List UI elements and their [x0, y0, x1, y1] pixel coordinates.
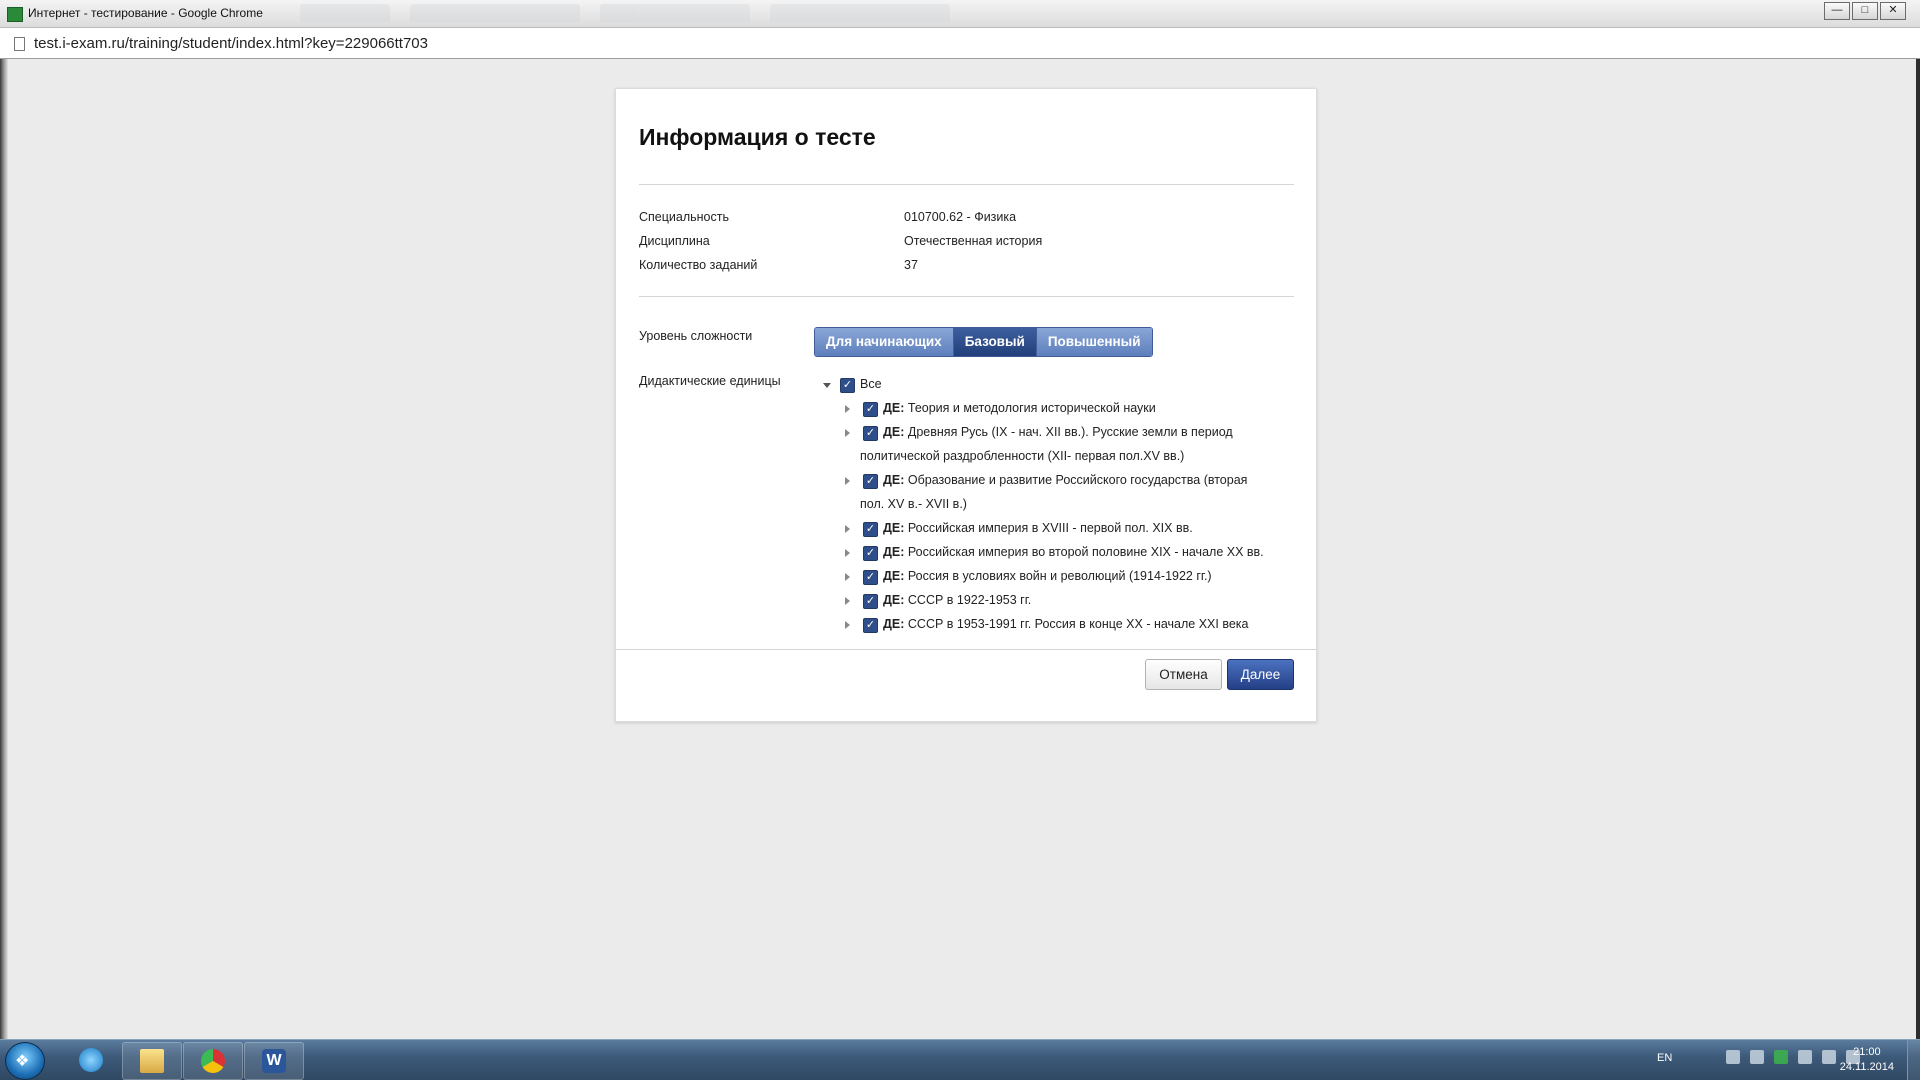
unit-checkbox[interactable]: ✓: [863, 402, 878, 417]
expand-arrow-icon[interactable]: [845, 597, 850, 605]
url-text[interactable]: test.i-exam.ru/training/student/index.ht…: [34, 35, 428, 52]
collapse-arrow-icon[interactable]: [823, 383, 831, 388]
unit-checkbox[interactable]: ✓: [863, 522, 878, 537]
unit-title: Древняя Русь (IX - нач. XII вв.). Русски…: [907, 425, 1233, 439]
unit-prefix: ДЕ:: [883, 617, 905, 631]
info-value-specialty: 010700.62 - Физика: [904, 210, 1017, 224]
expand-arrow-icon[interactable]: [845, 573, 850, 581]
window-right-edge: [1916, 59, 1920, 1039]
taskbar-internet-explorer[interactable]: [62, 1042, 120, 1078]
unit-item: ДЕ: Теория и методология исторической на…: [883, 396, 1156, 420]
next-button[interactable]: Далее: [1227, 659, 1294, 690]
window-left-edge: [0, 59, 8, 1039]
system-clock[interactable]: 21:00 24.11.2014: [1840, 1045, 1894, 1075]
cancel-button[interactable]: Отмена: [1145, 659, 1222, 690]
difficulty-beginner-button[interactable]: Для начинающих: [815, 328, 954, 356]
unit-checkbox[interactable]: ✓: [863, 426, 878, 441]
start-button[interactable]: ❖: [5, 1042, 45, 1080]
clock-time: 21:00: [1853, 1046, 1881, 1058]
test-info-dialog: Информация о тесте Специальность 010700.…: [615, 88, 1317, 722]
unit-prefix: ДЕ:: [883, 401, 905, 415]
info-label-discipline: Дисциплина: [639, 234, 710, 248]
chrome-window-icon: [7, 7, 23, 22]
taskbar-microsoft-word[interactable]: W: [244, 1042, 304, 1080]
unit-title: Теория и методология исторической науки: [907, 401, 1156, 415]
unit-checkbox[interactable]: ✓: [863, 570, 878, 585]
windows-logo-icon: ❖: [15, 1053, 30, 1070]
difficulty-label: Уровень сложности: [639, 329, 753, 343]
unit-title: СССР в 1922-1953 гг.: [907, 593, 1032, 607]
info-divider: [639, 296, 1294, 297]
unit-prefix: ДЕ:: [883, 593, 905, 607]
background-tabs: [300, 4, 1600, 22]
footer-divider: [616, 649, 1316, 650]
difficulty-basic-button[interactable]: Базовый: [953, 328, 1037, 356]
expand-arrow-icon[interactable]: [845, 429, 850, 437]
minimize-button[interactable]: —: [1824, 2, 1850, 20]
taskbar-google-chrome[interactable]: [183, 1042, 243, 1080]
page-icon: [14, 37, 25, 51]
action-center-flag-icon[interactable]: [1798, 1050, 1812, 1064]
unit-item: ДЕ: Российская империя в XVIII - первой …: [883, 516, 1193, 540]
unit-title: Россия в условиях войн и революций (1914…: [907, 569, 1212, 583]
window-title: Интернет - тестирование - Google Chrome: [28, 6, 263, 20]
folder-icon: [140, 1049, 164, 1073]
unit-title-continued: политической раздробленности (XII- перва…: [860, 449, 1185, 463]
expand-arrow-icon[interactable]: [845, 549, 850, 557]
unit-title: Российская империя в XVIII - первой пол.…: [907, 521, 1193, 535]
info-value-discipline: Отечественная история: [904, 234, 1043, 248]
unit-prefix: ДЕ:: [883, 521, 905, 535]
unit-item: ДЕ: Древняя Русь (IX - нач. XII вв.). Ру…: [883, 420, 1233, 444]
unit-checkbox[interactable]: ✓: [863, 594, 878, 609]
root-checkbox[interactable]: ✓: [840, 378, 855, 393]
expand-arrow-icon[interactable]: [845, 477, 850, 485]
browser-titlebar: Интернет - тестирование - Google Chrome …: [0, 0, 1920, 28]
tray-expand-icon[interactable]: [1726, 1050, 1740, 1064]
unit-prefix: ДЕ:: [883, 473, 905, 487]
unit-title-continued: пол. XV в.- XVII в.): [860, 497, 967, 511]
root-label: Все: [860, 377, 882, 391]
maximize-button[interactable]: □: [1852, 2, 1878, 20]
unit-item: ДЕ: СССР в 1953-1991 гг. Россия в конце …: [883, 612, 1249, 636]
unit-item: ДЕ: СССР в 1922-1953 гг.: [883, 588, 1031, 612]
close-button[interactable]: ✕: [1880, 2, 1906, 20]
title-divider: [639, 184, 1294, 185]
clock-date: 24.11.2014: [1839, 1061, 1894, 1073]
expand-arrow-icon[interactable]: [845, 621, 850, 629]
info-label-task-count: Количество заданий: [639, 258, 758, 272]
unit-checkbox[interactable]: ✓: [863, 546, 878, 561]
expand-arrow-icon[interactable]: [845, 525, 850, 533]
internet-explorer-icon: [79, 1048, 103, 1072]
unit-item: ДЕ: Россия в условиях войн и революций (…: [883, 564, 1212, 588]
tray-sync-icon[interactable]: [1774, 1050, 1788, 1064]
tray-app-icon[interactable]: [1750, 1050, 1764, 1064]
windows-taskbar: ❖ W EN 21:00 24.11.2014: [0, 1039, 1920, 1080]
chrome-icon: [201, 1049, 225, 1073]
unit-item: ДЕ: Образование и развитие Российского г…: [883, 468, 1247, 492]
network-icon[interactable]: [1822, 1050, 1836, 1064]
taskbar-windows-explorer[interactable]: [122, 1042, 182, 1080]
info-label-specialty: Специальность: [639, 210, 729, 224]
info-value-task-count: 37: [904, 258, 918, 272]
unit-prefix: ДЕ:: [883, 545, 905, 559]
difficulty-advanced-button[interactable]: Повышенный: [1036, 328, 1152, 356]
address-bar[interactable]: test.i-exam.ru/training/student/index.ht…: [0, 28, 1920, 59]
expand-arrow-icon[interactable]: [845, 405, 850, 413]
unit-title: Образование и развитие Российского госуд…: [907, 473, 1248, 487]
units-label: Дидактические единицы: [639, 374, 781, 388]
unit-item: ДЕ: Российская империя во второй половин…: [883, 540, 1264, 564]
unit-checkbox[interactable]: ✓: [863, 474, 878, 489]
dialog-title: Информация о тесте: [639, 124, 876, 150]
show-desktop-button[interactable]: [1907, 1040, 1920, 1080]
difficulty-selector: Для начинающих Базовый Повышенный: [814, 327, 1153, 357]
unit-title: Российская империя во второй половине XI…: [907, 545, 1264, 559]
language-indicator[interactable]: EN: [1657, 1052, 1672, 1064]
word-icon: W: [262, 1049, 286, 1073]
unit-prefix: ДЕ:: [883, 425, 905, 439]
unit-checkbox[interactable]: ✓: [863, 618, 878, 633]
unit-title: СССР в 1953-1991 гг. Россия в конце XX -…: [907, 617, 1249, 631]
unit-prefix: ДЕ:: [883, 569, 905, 583]
